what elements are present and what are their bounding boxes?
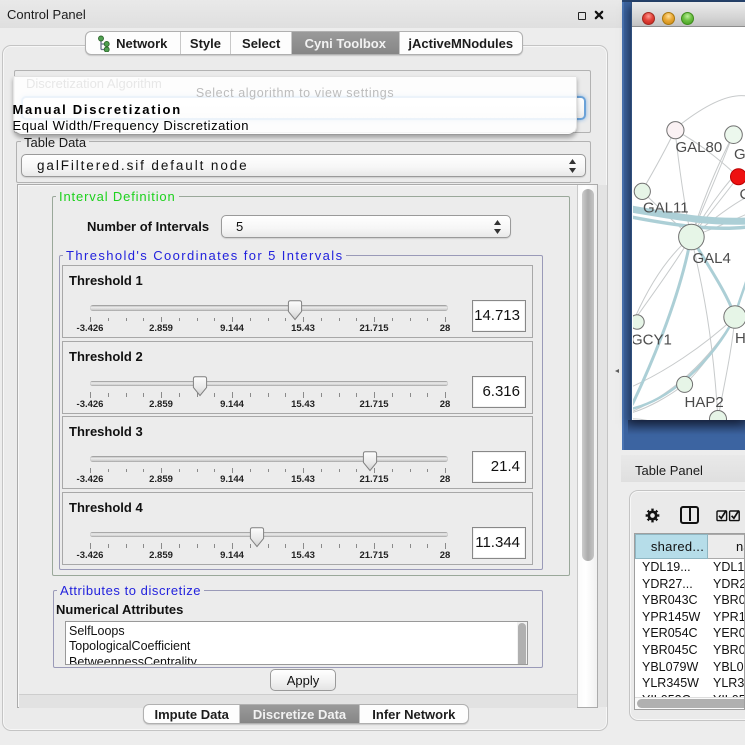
svg-text:GAL11: GAL11 xyxy=(643,200,689,217)
svg-text:GAL4: GAL4 xyxy=(693,250,731,267)
svg-text:GCY1: GCY1 xyxy=(633,332,672,349)
svg-text:HAP2: HAP2 xyxy=(685,394,724,411)
svg-text:CD: CD xyxy=(740,186,745,203)
svg-text:GAL80: GAL80 xyxy=(676,139,723,156)
svg-text:HA: HA xyxy=(735,330,745,347)
svg-text:GA: GA xyxy=(734,146,745,163)
